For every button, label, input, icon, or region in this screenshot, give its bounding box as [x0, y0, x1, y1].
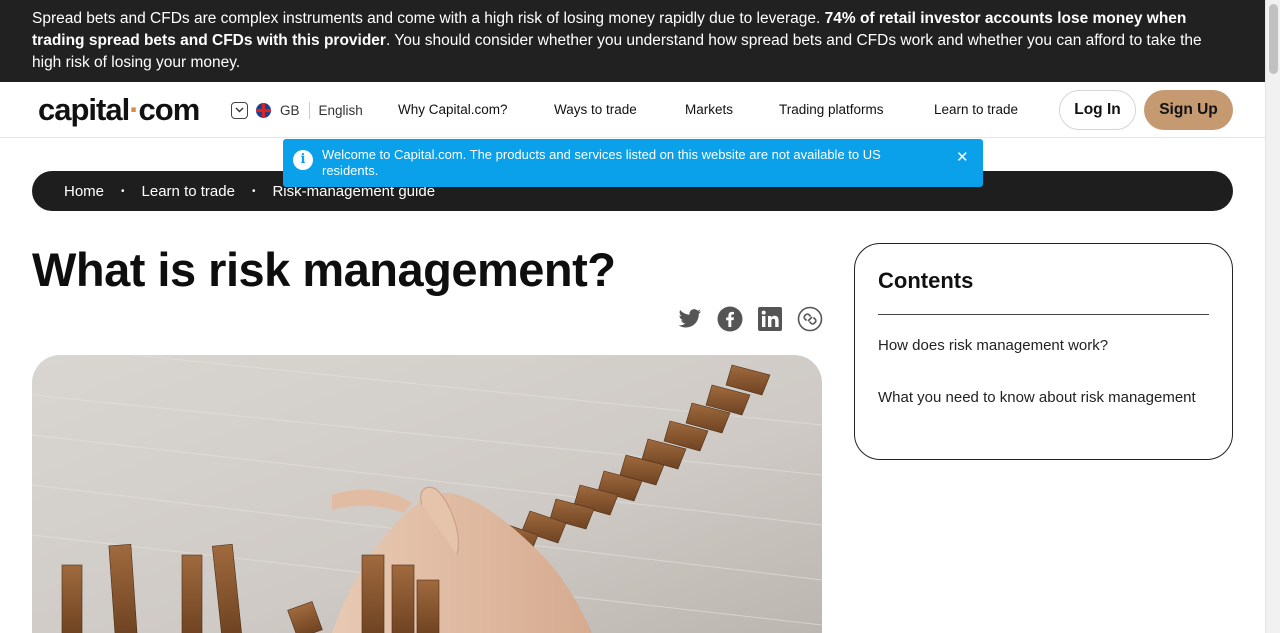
facebook-icon[interactable] [717, 306, 743, 332]
page-scrollbar[interactable] [1265, 0, 1280, 633]
uk-flag-icon [256, 102, 271, 118]
chevron-down-icon[interactable] [231, 101, 248, 119]
close-icon[interactable]: ✕ [956, 150, 969, 166]
notice-message: Welcome to Capital.com. The products and… [322, 147, 881, 178]
region-code[interactable]: GB [280, 103, 300, 118]
contents-heading: Contents [878, 268, 974, 293]
toc-item-what-you-need-to-know[interactable]: What you need to know about risk managem… [878, 386, 1209, 410]
hero-image [32, 355, 822, 633]
info-icon: i [293, 150, 313, 170]
breadcrumb-separator: • [251, 185, 256, 197]
contents-divider [878, 314, 1209, 315]
capital-logo[interactable]: capital·com [38, 92, 201, 128]
risk-warning-banner: Spread bets and CFDs are complex instrum… [0, 0, 1265, 82]
region-divider [308, 101, 310, 119]
scrollbar-thumb[interactable] [1269, 4, 1278, 74]
logo-dot: · [129, 92, 139, 127]
logo-part1: capital [38, 92, 130, 127]
region-language-selector[interactable]: GB English [231, 101, 363, 119]
page-title: What is risk management? [32, 243, 616, 296]
copy-link-icon[interactable] [797, 306, 823, 332]
language-label[interactable]: English [319, 103, 363, 118]
risk-warning-text: Spread bets and CFDs are complex instrum… [32, 10, 825, 27]
nav-why-capital[interactable]: Why Capital.com? [398, 102, 508, 117]
dominoes-hand-illustration [32, 355, 822, 633]
logo-part2: com [138, 92, 201, 127]
toc-item-how-it-works[interactable]: How does risk management work? [878, 334, 1209, 358]
nav-trading-platforms[interactable]: Trading platforms [779, 102, 884, 117]
nav-learn-to-trade[interactable]: Learn to trade [934, 102, 1018, 117]
twitter-icon[interactable] [677, 306, 703, 332]
signup-button[interactable]: Sign Up [1144, 90, 1233, 130]
nav-markets[interactable]: Markets [685, 102, 733, 117]
us-residents-notice: i Welcome to Capital.com. The products a… [283, 139, 983, 187]
login-button[interactable]: Log In [1059, 90, 1136, 130]
linkedin-icon[interactable] [757, 306, 783, 332]
nav-ways-to-trade[interactable]: Ways to trade [554, 102, 637, 117]
contents-panel: Contents How does risk management work? … [854, 243, 1233, 460]
breadcrumb-separator: • [121, 185, 125, 197]
breadcrumb-home[interactable]: Home [64, 183, 104, 200]
site-header: capital·com GB English Why Capital.com? … [0, 82, 1265, 138]
breadcrumb-learn-to-trade[interactable]: Learn to trade [142, 183, 235, 200]
